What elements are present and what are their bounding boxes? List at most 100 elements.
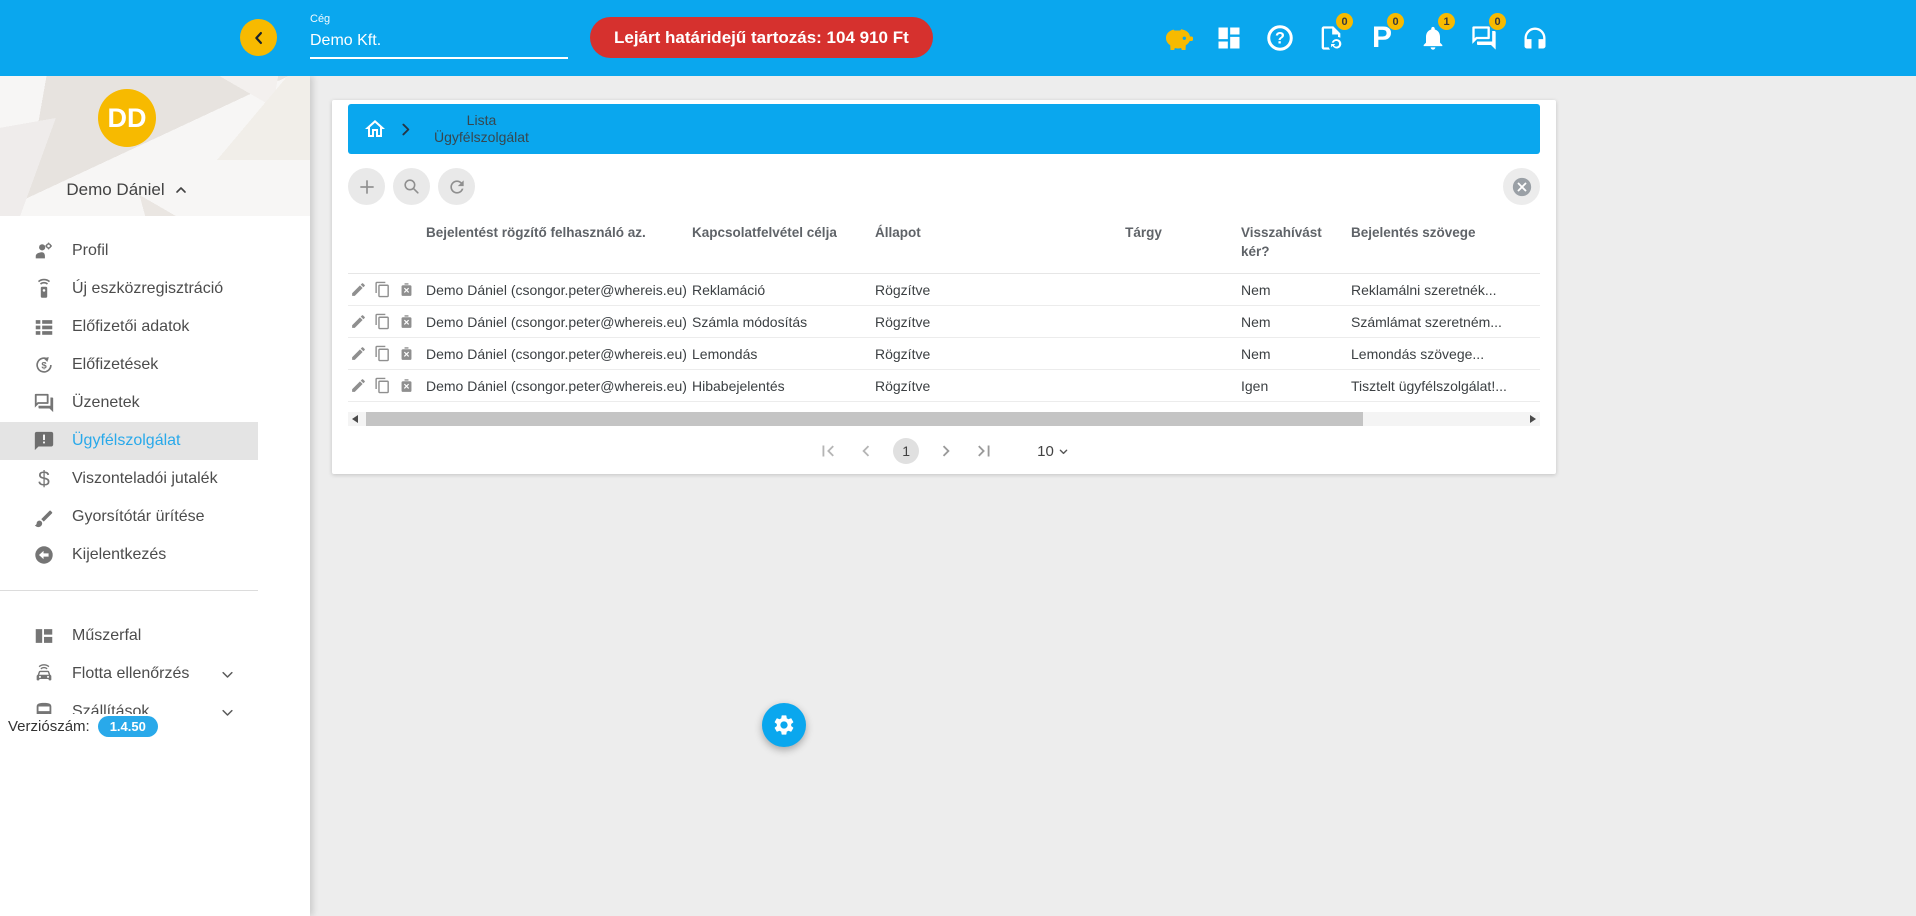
help-icon[interactable]: ?	[1261, 16, 1299, 60]
company-field[interactable]: Cég Demo Kft.	[310, 13, 568, 59]
user-menu-toggle[interactable]: Demo Dániel	[0, 180, 255, 200]
close-button[interactable]	[1503, 168, 1540, 205]
copy-icon[interactable]	[374, 281, 391, 298]
sidebar-item-label: Gyorsítótár ürítése	[72, 508, 205, 526]
column-header-text[interactable]: Bejelentés szövege	[1351, 223, 1540, 242]
avatar[interactable]: DD	[98, 89, 156, 147]
cell-callback: Igen	[1241, 378, 1351, 394]
chevron-down-icon	[1056, 444, 1071, 459]
previous-page-button[interactable]	[855, 440, 877, 462]
settings-fab[interactable]	[762, 703, 806, 747]
edit-icon[interactable]	[350, 345, 367, 362]
table-row[interactable]: Demo Dániel (csongor.peter@whereis.eu) L…	[348, 338, 1540, 370]
page-size-select[interactable]: 10	[1037, 443, 1071, 460]
table-row[interactable]: Demo Dániel (csongor.peter@whereis.eu) R…	[348, 274, 1540, 306]
edit-icon[interactable]	[350, 377, 367, 394]
edit-icon[interactable]	[350, 313, 367, 330]
cell-purpose: Számla módosítás	[692, 314, 875, 330]
sidebar-item-uj-eszkozregisztracio[interactable]: Új eszközregisztráció	[0, 270, 258, 308]
search-button[interactable]	[393, 168, 430, 205]
refresh-button[interactable]	[438, 168, 475, 205]
company-input[interactable]: Demo Kft.	[310, 32, 568, 59]
plus-icon	[357, 177, 377, 197]
horizontal-scrollbar[interactable]	[348, 412, 1540, 426]
table-row[interactable]: Demo Dániel (csongor.peter@whereis.eu) S…	[348, 306, 1540, 338]
copy-icon[interactable]	[374, 345, 391, 362]
breadcrumb: Lista Ügyfélszolgálat	[348, 104, 1540, 154]
notifications-icon[interactable]: 1	[1414, 16, 1452, 60]
last-page-button[interactable]	[973, 440, 995, 462]
first-page-button[interactable]	[817, 440, 839, 462]
copy-icon[interactable]	[374, 313, 391, 330]
scrollbar-thumb[interactable]	[366, 412, 1363, 426]
toolbar	[348, 168, 1540, 205]
sidebar-item-label: Előfizetői adatok	[72, 318, 189, 336]
sidebar-item-ugyfelszolgalat[interactable]: Ügyfélszolgálat	[0, 422, 258, 460]
logout-icon	[33, 544, 55, 566]
overdue-debt-badge[interactable]: Lejárt határidejű tartozás: 104 910 Ft	[590, 17, 933, 58]
column-header-purpose[interactable]: Kapcsolatfelvétel célja	[692, 223, 875, 242]
badge-count: 0	[1336, 13, 1353, 30]
sidebar-item-uzenetek[interactable]: Üzenetek	[0, 384, 258, 422]
chevron-down-icon[interactable]	[220, 667, 235, 687]
column-header-callback[interactable]: Visszahívást kér?	[1241, 223, 1351, 261]
document-refresh-icon[interactable]: 0	[1312, 16, 1350, 60]
current-page[interactable]: 1	[893, 438, 919, 464]
scroll-left-arrow[interactable]	[352, 415, 358, 423]
sidebar-item-kijelentkezes[interactable]: Kijelentkezés	[0, 536, 258, 574]
sidebar-item-label: Profil	[72, 242, 108, 260]
column-header-user[interactable]: Bejelentést rögzítő felhasználó az.	[426, 223, 692, 242]
sidebar-item-viszonteladoi-jutalek[interactable]: $ Viszonteladói jutalék	[0, 460, 258, 498]
column-header-subject[interactable]: Tárgy	[1058, 223, 1241, 242]
sidebar-item-elofizetoi-adatok[interactable]: Előfizetői adatok	[0, 308, 258, 346]
sidebar-item-muszerfal[interactable]: Műszerfal	[0, 617, 258, 655]
brush-icon	[33, 506, 55, 528]
sidebar-secondary-menu: Műszerfal Flotta ellenőrzés Szállítások	[0, 607, 310, 731]
scroll-right-arrow[interactable]	[1530, 415, 1536, 423]
cell-callback: Nem	[1241, 314, 1351, 330]
badge-count: 0	[1489, 13, 1506, 30]
cell-user: Demo Dániel (csongor.peter@whereis.eu)	[426, 378, 692, 394]
sidebar-item-elofizetesek[interactable]: $ Előfizetések	[0, 346, 258, 384]
copy-icon[interactable]	[374, 377, 391, 394]
headset-icon[interactable]	[1516, 16, 1554, 60]
edit-icon[interactable]	[350, 281, 367, 298]
breadcrumb-chevron-icon	[397, 121, 414, 138]
cell-user: Demo Dániel (csongor.peter@whereis.eu)	[426, 282, 692, 298]
cell-purpose: Lemondás	[692, 346, 875, 362]
home-icon[interactable]	[363, 117, 387, 141]
dashboard-grid-icon[interactable]	[1210, 16, 1248, 60]
dashboard-icon	[33, 625, 55, 647]
sidebar-menu: Profil Új eszközregisztráció Előfizetői …	[0, 216, 310, 574]
topbar: Cég Demo Kft. Lejárt határidejű tartozás…	[0, 0, 1916, 76]
piggy-bank-icon[interactable]	[1159, 16, 1197, 60]
sidebar-item-gyorsitotar-uritese[interactable]: Gyorsítótár ürítése	[0, 498, 258, 536]
next-page-button[interactable]	[935, 440, 957, 462]
column-header-status[interactable]: Állapot	[875, 223, 1058, 242]
messages-icon[interactable]: 0	[1465, 16, 1503, 60]
person-gear-icon	[33, 240, 55, 262]
version-info: Verziószám: 1.4.50	[8, 714, 162, 739]
chevron-down-icon[interactable]	[220, 705, 235, 725]
sidebar-item-label: Előfizetések	[72, 356, 158, 374]
breadcrumb-current: Lista Ügyfélszolgálat	[434, 112, 529, 146]
gear-icon	[772, 713, 796, 737]
back-button[interactable]	[240, 19, 277, 56]
delete-icon[interactable]	[398, 377, 415, 394]
version-badge: 1.4.50	[98, 716, 158, 737]
car-signal-icon	[33, 663, 55, 685]
sidebar-item-flotta-ellenorzes[interactable]: Flotta ellenőrzés	[0, 655, 258, 693]
sidebar-item-label: Ügyfélszolgálat	[72, 432, 181, 450]
parking-icon[interactable]: P 0	[1363, 16, 1401, 60]
chevron-up-icon	[173, 182, 189, 198]
table-row[interactable]: Demo Dániel (csongor.peter@whereis.eu) H…	[348, 370, 1540, 402]
sidebar-item-label: Kijelentkezés	[72, 546, 166, 564]
table-header: Bejelentést rögzítő felhasználó az. Kapc…	[348, 213, 1540, 274]
delete-icon[interactable]	[398, 281, 415, 298]
add-button[interactable]	[348, 168, 385, 205]
delete-icon[interactable]	[398, 345, 415, 362]
breadcrumb-page: Ügyfélszolgálat	[434, 129, 529, 146]
sidebar-item-profil[interactable]: Profil	[0, 232, 258, 270]
cell-status: Rögzítve	[875, 346, 1058, 362]
delete-icon[interactable]	[398, 313, 415, 330]
